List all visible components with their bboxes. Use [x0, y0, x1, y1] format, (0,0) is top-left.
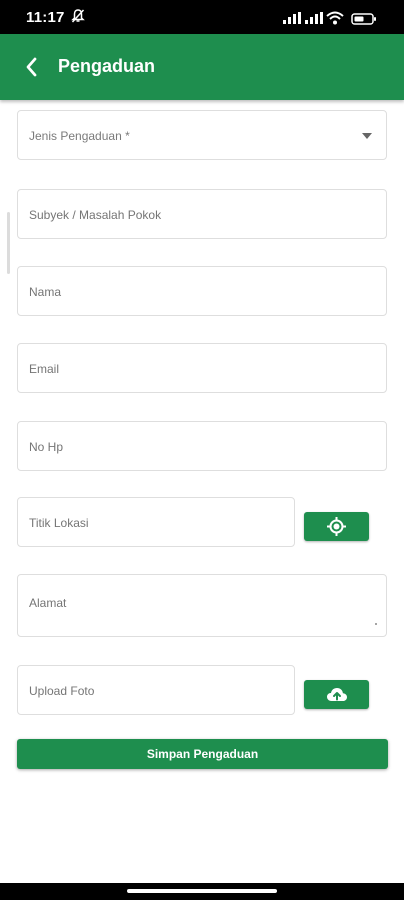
location-input[interactable]	[29, 516, 249, 530]
back-arrow-icon[interactable]	[18, 53, 46, 81]
address-input[interactable]	[29, 596, 269, 610]
scroll-indicator	[7, 212, 10, 274]
app-bar: Pengaduan	[0, 34, 404, 100]
page-title: Pengaduan	[58, 56, 156, 76]
phone-input[interactable]	[29, 440, 269, 454]
gps-location-icon	[327, 517, 346, 536]
email-field-box	[17, 343, 387, 393]
upload-photo-button[interactable]	[304, 680, 369, 709]
subject-input[interactable]	[29, 208, 269, 222]
signal-icon	[283, 12, 301, 24]
status-bar: 11:17	[0, 0, 404, 34]
name-field-box	[17, 266, 387, 316]
dropdown-arrow-icon	[362, 133, 372, 139]
save-complaint-button[interactable]: Simpan Pengaduan	[17, 739, 388, 769]
status-time: 11:17	[26, 9, 65, 26]
home-gesture-handle[interactable]	[127, 889, 277, 893]
email-input[interactable]	[29, 362, 269, 376]
name-input[interactable]	[29, 285, 269, 299]
get-location-button[interactable]	[304, 512, 369, 541]
navigation-bar	[0, 883, 404, 900]
battery-icon	[351, 13, 376, 25]
resize-handle	[375, 623, 377, 625]
complaint-type-placeholder: Jenis Pengaduan *	[29, 129, 130, 143]
dnd-off-icon	[71, 9, 85, 23]
subject-field-box	[17, 189, 387, 239]
photo-input[interactable]	[29, 684, 249, 698]
location-field-box	[17, 497, 295, 547]
cloud-upload-icon	[327, 688, 347, 701]
phone-field-box	[17, 421, 387, 471]
address-field-box	[17, 574, 387, 637]
signal-icon	[305, 12, 323, 24]
wifi-icon	[326, 11, 344, 25]
complaint-type-dropdown[interactable]: Jenis Pengaduan *	[17, 110, 387, 160]
photo-field-box	[17, 665, 295, 715]
